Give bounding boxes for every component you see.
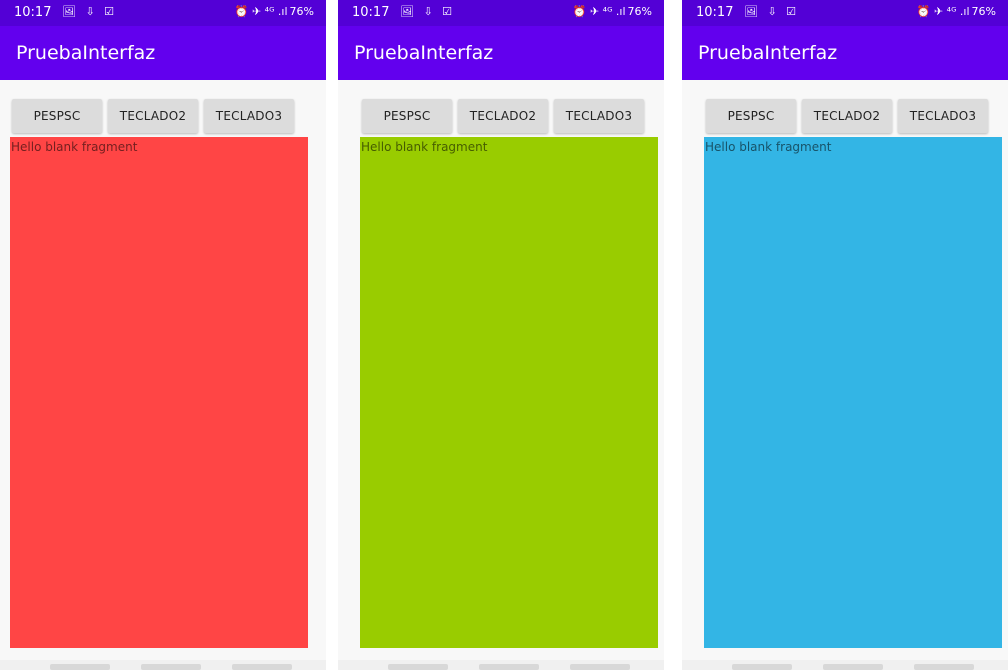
nav-back-button[interactable] [232,664,292,670]
app-bar: PruebaInterfaz [682,26,1008,80]
system-icons: ⏰ ✈ ⁴ᴳ .ıl 76% [235,5,314,18]
app-title: PruebaInterfaz [698,42,838,64]
teclado2-button[interactable]: TECLADO2 [802,99,892,133]
nav-home-button[interactable] [823,664,883,670]
signal-icon: ⏰ ✈ ⁴ᴳ .ıl [572,5,626,18]
pespsc-button[interactable]: PESPSC [12,99,102,133]
status-bar: 10:17 🖼 ⇩ ☑ ⏰ ✈ ⁴ᴳ .ıl 76% [0,0,326,26]
nav-bar [682,660,1008,670]
teclado3-button[interactable]: TECLADO3 [898,99,988,133]
pespsc-button[interactable]: PESPSC [706,99,796,133]
nav-home-button[interactable] [479,664,539,670]
nav-recents-button[interactable] [50,664,110,670]
teclado2-button[interactable]: TECLADO2 [108,99,198,133]
fragment-text: Hello blank fragment [11,140,138,154]
app-title: PruebaInterfaz [354,42,494,64]
battery-level: 76% [289,5,314,18]
app-title: PruebaInterfaz [16,42,156,64]
notification-icons: 🖼 ⇩ ☑ [62,5,118,18]
nav-bar [338,660,664,670]
button-row: PESPSC TECLADO2 TECLADO3 [362,99,644,133]
fragment-container: Hello blank fragment [10,137,308,648]
app-bar: PruebaInterfaz [0,26,326,80]
status-time: 10:17 [14,5,52,20]
system-icons: ⏰ ✈ ⁴ᴳ .ıl 76% [917,5,996,18]
status-time: 10:17 [696,5,734,20]
app-bar: PruebaInterfaz [338,26,664,80]
phone-screen-3: 10:17 🖼 ⇩ ☑ ⏰ ✈ ⁴ᴳ .ıl 76% PruebaInterfaz… [682,0,1008,670]
phone-screen-1: 10:17 🖼 ⇩ ☑ ⏰ ✈ ⁴ᴳ .ıl 76% PruebaInterfaz… [0,0,326,670]
teclado2-button[interactable]: TECLADO2 [458,99,548,133]
nav-bar [0,660,326,670]
fragment-text: Hello blank fragment [361,140,488,154]
system-icons: ⏰ ✈ ⁴ᴳ .ıl 76% [573,5,652,18]
fragment-text: Hello blank fragment [705,140,832,154]
battery-level: 76% [627,5,652,18]
nav-home-button[interactable] [141,664,201,670]
notification-icons: 🖼 ⇩ ☑ [400,5,456,18]
fragment-container: Hello blank fragment [704,137,1002,648]
nav-back-button[interactable] [570,664,630,670]
nav-back-button[interactable] [914,664,974,670]
pespsc-button[interactable]: PESPSC [362,99,452,133]
button-row: PESPSC TECLADO2 TECLADO3 [706,99,988,133]
fragment-container: Hello blank fragment [360,137,658,648]
battery-level: 76% [971,5,996,18]
signal-icon: ⏰ ✈ ⁴ᴳ .ıl [234,5,288,18]
button-row: PESPSC TECLADO2 TECLADO3 [12,99,294,133]
nav-recents-button[interactable] [732,664,792,670]
notification-icons: 🖼 ⇩ ☑ [744,5,800,18]
phone-screen-2: 10:17 🖼 ⇩ ☑ ⏰ ✈ ⁴ᴳ .ıl 76% PruebaInterfaz… [338,0,664,670]
signal-icon: ⏰ ✈ ⁴ᴳ .ıl [916,5,970,18]
status-bar: 10:17 🖼 ⇩ ☑ ⏰ ✈ ⁴ᴳ .ıl 76% [682,0,1008,26]
teclado3-button[interactable]: TECLADO3 [204,99,294,133]
status-bar: 10:17 🖼 ⇩ ☑ ⏰ ✈ ⁴ᴳ .ıl 76% [338,0,664,26]
nav-recents-button[interactable] [388,664,448,670]
teclado3-button[interactable]: TECLADO3 [554,99,644,133]
status-time: 10:17 [352,5,390,20]
